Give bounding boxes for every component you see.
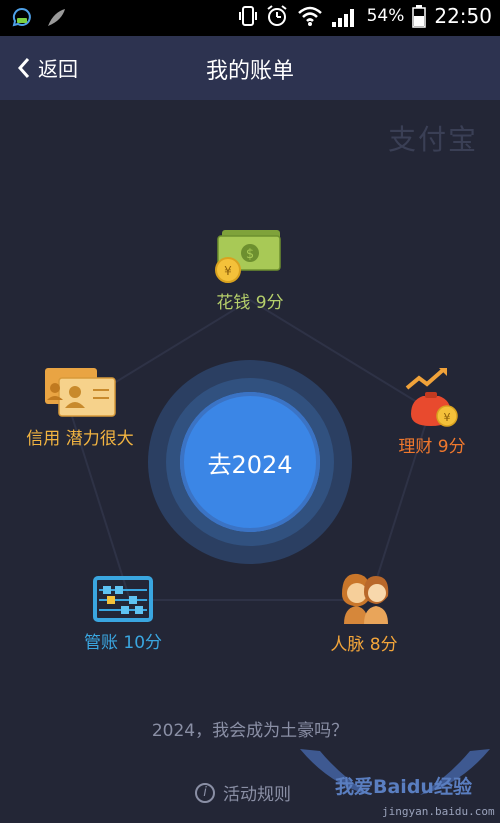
finance-label: 理财 9分 [398, 437, 466, 457]
category-credit[interactable]: 信用 潜力很大 [10, 366, 150, 449]
go-2024-button[interactable]: 去2024 [180, 392, 320, 532]
connections-label: 人脉 8分 [330, 635, 398, 655]
category-finance[interactable]: ¥ 理财 9分 [382, 366, 482, 457]
accounting-label: 管账 10分 [83, 633, 163, 653]
watermark-text: 我爱Baidu经验 [335, 776, 472, 798]
money-bag-icon: ¥ [405, 368, 458, 427]
activity-rules-link[interactable]: i 活动规则 [195, 780, 291, 805]
svg-text:¥: ¥ [444, 411, 451, 424]
question-text: 2024，我会成为土豪吗？ [151, 721, 349, 741]
rules-label: 活动规则 [223, 785, 291, 805]
abacus-icon [93, 576, 153, 622]
id-card-icon [45, 368, 116, 417]
spending-label: 花钱 9分 [216, 293, 284, 313]
svg-text:$: $ [246, 247, 254, 262]
credit-label: 信用 潜力很大 [26, 429, 134, 449]
info-icon: i [195, 782, 215, 803]
category-accounting[interactable]: 管账 10分 [70, 576, 176, 653]
money-icon: $ ¥ [215, 230, 281, 283]
category-connections[interactable]: 人脉 8分 [314, 568, 414, 655]
watermark-url: jingyan.baidu.com [382, 805, 495, 818]
svg-text:¥: ¥ [224, 264, 232, 278]
category-spending[interactable]: $ ¥ 花钱 9分 [195, 226, 305, 313]
people-icon [342, 573, 389, 624]
